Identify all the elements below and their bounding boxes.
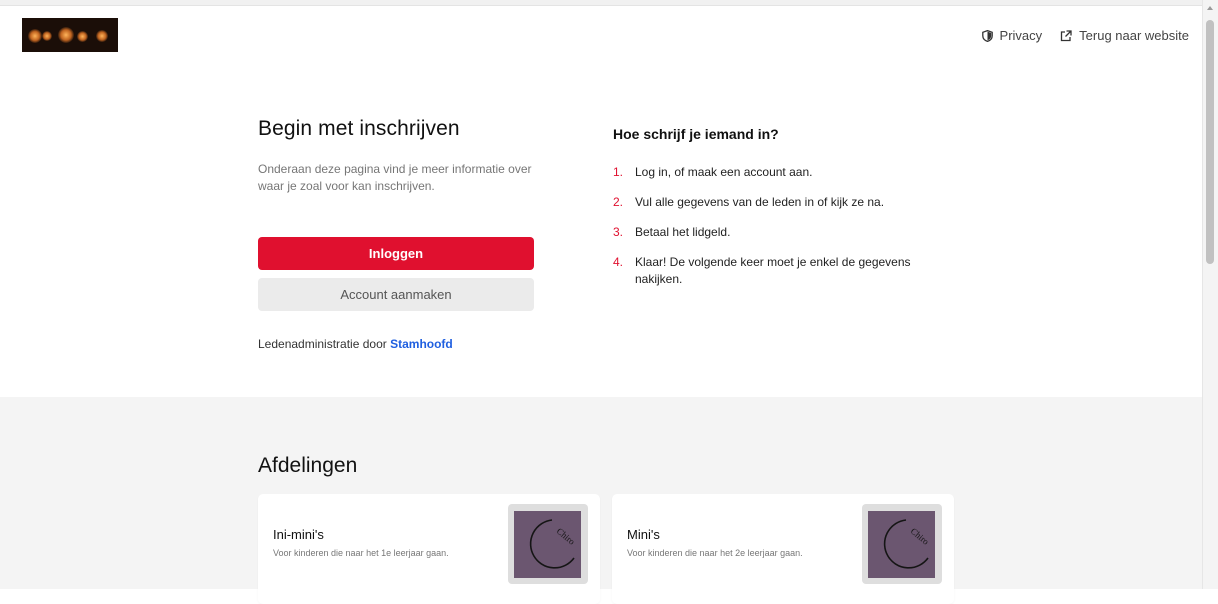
scrollbar-thumb[interactable] — [1206, 20, 1214, 264]
site-logo[interactable] — [22, 18, 118, 52]
create-account-button[interactable]: Account aanmaken — [258, 278, 534, 311]
page-scrollbar[interactable] — [1202, 0, 1218, 589]
login-button[interactable]: Inloggen — [258, 237, 534, 270]
departments-title: Afdelingen — [258, 454, 358, 477]
department-description: Voor kinderen die naar het 1e leerjaar g… — [273, 548, 449, 558]
shield-icon — [981, 29, 993, 42]
howto-title: Hoe schrijf je iemand in? — [613, 126, 779, 142]
step-text: Vul alle gegevens van de leden in of kij… — [635, 195, 885, 209]
page-subtitle: Onderaan deze pagina vind je meer inform… — [258, 162, 532, 193]
step-number: 3. — [613, 225, 624, 239]
scroll-up-icon[interactable] — [1207, 6, 1213, 10]
page-title: Begin met inschrijven — [258, 117, 460, 140]
browser-top-edge — [0, 0, 1203, 6]
department-name: Mini's — [627, 527, 660, 542]
department-card-ini-minis[interactable]: Ini-mini's Voor kinderen die naar het 1e… — [258, 494, 600, 604]
list-item: 4. Klaar! De volgende keer moet je enkel… — [613, 254, 953, 288]
howto-panel: Hoe schrijf je iemand in? 1. Log in, of … — [613, 126, 953, 301]
external-link-icon — [1061, 29, 1072, 41]
chiro-logo-icon: Chiro — [529, 519, 578, 569]
step-text: Log in, of maak een account aan. — [635, 165, 813, 179]
stamhoofd-link[interactable]: Stamhoofd — [390, 337, 453, 351]
admin-credit: Ledenadministratie door Stamhoofd — [258, 337, 453, 351]
departments-section — [0, 397, 1203, 589]
back-to-website-link[interactable]: Terug naar website — [1060, 28, 1189, 43]
privacy-link-label: Privacy — [999, 28, 1043, 43]
department-card-minis[interactable]: Mini's Voor kinderen die naar het 2e lee… — [612, 494, 954, 604]
list-item: 2. Vul alle gegevens van de leden in of … — [613, 194, 953, 211]
logo-text: Chiro — [555, 526, 578, 547]
howto-steps: 1. Log in, of maak een account aan. 2. V… — [613, 164, 953, 288]
step-text: Betaal het lidgeld. — [635, 225, 731, 239]
list-item: 3. Betaal het lidgeld. — [613, 224, 953, 241]
admin-credit-prefix: Ledenadministratie door — [258, 337, 387, 351]
step-number: 2. — [613, 195, 624, 209]
privacy-link[interactable]: Privacy — [981, 28, 1043, 43]
step-number: 4. — [613, 255, 624, 269]
back-to-website-label: Terug naar website — [1079, 28, 1189, 43]
department-name: Ini-mini's — [273, 527, 324, 542]
step-number: 1. — [613, 165, 624, 179]
department-logo: Chiro — [508, 504, 588, 584]
chiro-logo-icon: Chiro — [883, 519, 932, 569]
step-text: Klaar! De volgende keer moet je enkel de… — [635, 255, 911, 286]
department-description: Voor kinderen die naar het 2e leerjaar g… — [627, 548, 803, 558]
department-logo: Chiro — [862, 504, 942, 584]
logo-text: Chiro — [909, 526, 932, 547]
signup-intro: Begin met inschrijven Onderaan deze pagi… — [258, 117, 534, 351]
top-navigation: Privacy Terug naar website — [981, 28, 1189, 43]
list-item: 1. Log in, of maak een account aan. — [613, 164, 953, 181]
